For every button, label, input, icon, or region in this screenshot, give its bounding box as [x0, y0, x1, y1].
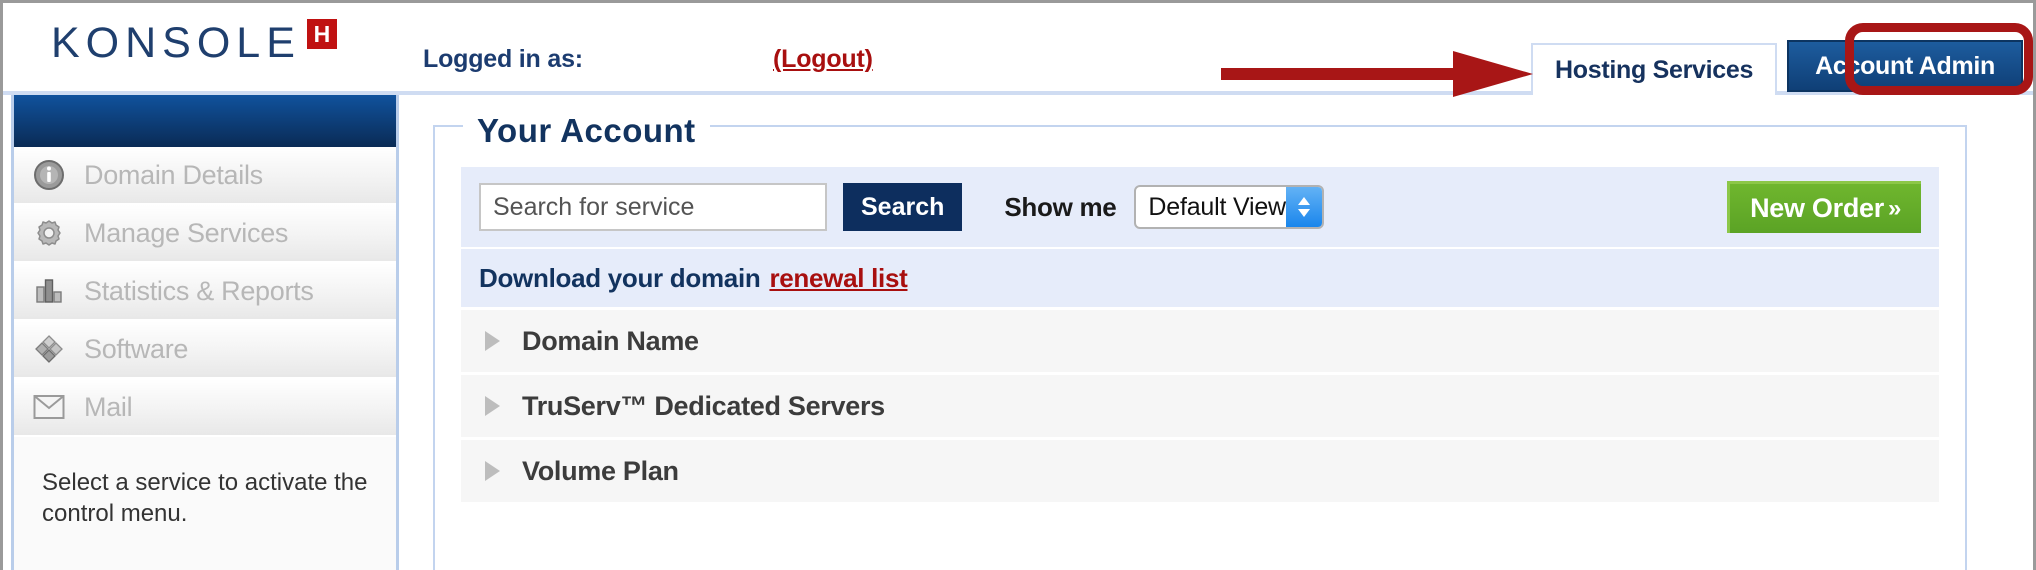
logout-link[interactable]: (Logout)	[773, 45, 873, 74]
chevron-right-icon	[485, 461, 500, 481]
page-root: KONSOLE H Logged in as: (Logout) Hosting…	[0, 0, 2036, 570]
sidebar-header-bar	[14, 95, 396, 147]
account-panel: Search Show me Default View New Order	[461, 167, 1939, 502]
sidebar-help-note: Select a service to activate the control…	[14, 437, 396, 529]
chevron-right-icon	[485, 396, 500, 416]
page-title: Your Account	[463, 112, 710, 150]
sidebar-item-manage-services[interactable]: Manage Services	[14, 205, 396, 263]
tab-hosting-services[interactable]: Hosting Services	[1531, 43, 1778, 95]
accordion-row-volume-plan-label: Volume Plan	[522, 455, 679, 486]
sidebar-item-software[interactable]: Software	[14, 321, 396, 379]
sidebar-item-manage-services-label: Manage Services	[84, 217, 289, 248]
sidebar-item-mail-label: Mail	[84, 391, 133, 422]
top-tab-bar: Hosting Services Account Admin	[1531, 37, 2023, 95]
search-button[interactable]: Search	[843, 183, 963, 231]
main-content: Your Account Search Show me Default View	[433, 95, 1967, 570]
annotation-arrow-icon	[1221, 51, 1533, 97]
sidebar-item-statistics-reports-label: Statistics & Reports	[84, 275, 314, 306]
logged-in-label: Logged in as:	[423, 45, 583, 73]
accordion-row-domain-name-label: Domain Name	[522, 325, 699, 356]
info-icon	[32, 158, 66, 192]
accordion-row-domain-name[interactable]: Domain Name	[461, 307, 1939, 372]
search-input[interactable]	[479, 183, 827, 231]
tab-account-admin[interactable]: Account Admin	[1787, 40, 2023, 92]
accordion-row-truserv-label: TruServ™ Dedicated Servers	[522, 390, 885, 421]
sidebar-item-software-label: Software	[84, 333, 189, 364]
sidebar-item-statistics-reports[interactable]: Statistics & Reports	[14, 263, 396, 321]
accordion-row-volume-plan[interactable]: Volume Plan	[461, 437, 1939, 502]
new-order-button-label: New Order	[1750, 193, 1884, 223]
brand-name: KONSOLE	[51, 19, 301, 67]
new-order-button[interactable]: New Order »	[1727, 181, 1921, 233]
sidebar: Domain Details Manage Services Statistic…	[11, 95, 399, 570]
double-chevron-right-icon: »	[1887, 194, 1901, 222]
brand-logo[interactable]: KONSOLE H	[51, 19, 337, 67]
chevron-right-icon	[485, 331, 500, 351]
download-renewal-row: Download your domain renewal list	[461, 247, 1939, 307]
view-select[interactable]: Default View	[1134, 185, 1325, 229]
sidebar-item-domain-details[interactable]: Domain Details	[14, 147, 396, 205]
accordion-row-truserv-dedicated-servers[interactable]: TruServ™ Dedicated Servers	[461, 372, 1939, 437]
tab-account-admin-label: Account Admin	[1815, 51, 1995, 80]
gear-icon	[32, 216, 66, 250]
tab-hosting-services-label: Hosting Services	[1555, 55, 1754, 84]
view-select-value: Default View	[1148, 192, 1286, 221]
brand-h-mark-icon: H	[306, 19, 337, 49]
envelope-icon	[32, 390, 66, 424]
show-me-label: Show me	[1004, 191, 1117, 222]
page-body: Domain Details Manage Services Statistic…	[3, 95, 2033, 570]
sidebar-item-mail[interactable]: Mail	[14, 379, 396, 437]
renewal-list-link[interactable]: renewal list	[769, 263, 907, 294]
puzzle-icon	[32, 332, 66, 366]
sidebar-item-domain-details-label: Domain Details	[84, 159, 263, 190]
page-header: KONSOLE H Logged in as: (Logout) Hosting…	[3, 3, 2033, 97]
bar-chart-icon	[32, 274, 66, 308]
download-renewal-text: Download your domain	[479, 262, 761, 293]
chevron-up-down-icon	[1286, 187, 1323, 227]
service-toolbar: Search Show me Default View New Order	[461, 167, 1939, 247]
